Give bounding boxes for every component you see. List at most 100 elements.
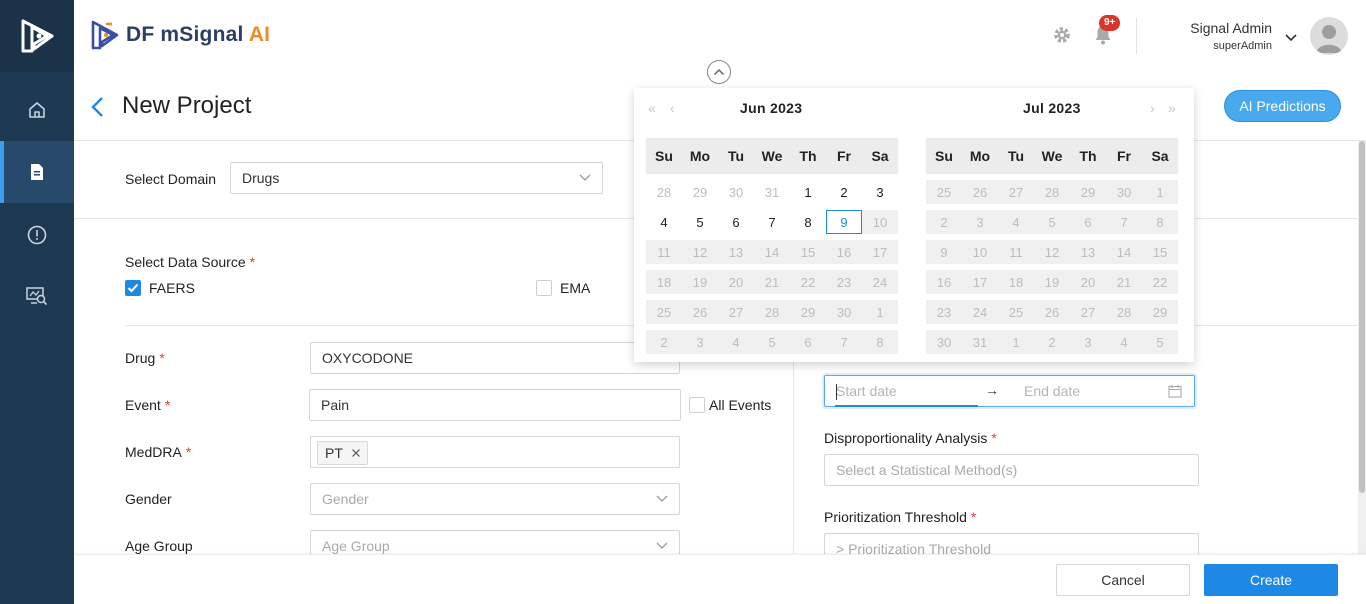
- event-input[interactable]: Pain: [309, 389, 681, 421]
- day-cell: 28: [754, 300, 790, 324]
- gear-icon[interactable]: [1052, 25, 1072, 48]
- drug-input[interactable]: OXYCODONE: [310, 342, 680, 374]
- user-name[interactable]: Signal Admin: [1190, 20, 1272, 36]
- weekday-label: Fr: [1117, 148, 1131, 164]
- meddra-select[interactable]: PT: [310, 436, 680, 468]
- drug-value: OXYCODONE: [322, 350, 414, 366]
- datasource-label: Select Data Source *: [125, 254, 256, 270]
- day-cell: 16: [826, 240, 862, 264]
- day-cell: 28: [1034, 180, 1070, 204]
- day-cell: 4: [718, 330, 754, 354]
- day-cell: 14: [754, 240, 790, 264]
- weekday-label: We: [761, 148, 783, 164]
- ai-predictions-button[interactable]: AI Predictions: [1224, 90, 1341, 122]
- collapse-up-icon[interactable]: [707, 60, 731, 84]
- day-cell: 7: [1106, 210, 1142, 234]
- threshold-input[interactable]: > Prioritization Threshold: [824, 533, 1199, 554]
- alert-circle-icon[interactable]: [0, 204, 74, 266]
- document-icon[interactable]: [0, 141, 74, 203]
- week-row: 16 17 18 19 20 21 22: [926, 270, 1178, 294]
- active-input-underline: [835, 405, 978, 407]
- day-cell[interactable]: 28: [646, 180, 682, 204]
- weekday-label: Tu: [1007, 148, 1025, 164]
- calendar-icon[interactable]: [1168, 384, 1182, 398]
- day-cell: 27: [1070, 300, 1106, 324]
- end-date-input[interactable]: End date: [1024, 383, 1080, 399]
- start-date-input[interactable]: Start date: [836, 383, 897, 399]
- prev-year-button[interactable]: «: [648, 100, 656, 116]
- dpa-select[interactable]: Select a Statistical Method(s): [824, 454, 1199, 486]
- day-cell: 30: [1106, 180, 1142, 204]
- weekday-label: Sa: [871, 148, 889, 164]
- event-label: Event *: [125, 397, 171, 413]
- ema-checkbox[interactable]: [536, 280, 552, 296]
- brand-mark-icon: [91, 20, 119, 50]
- next-month-button[interactable]: ›: [1150, 100, 1155, 116]
- day-cell[interactable]: 2: [826, 180, 862, 204]
- scrollbar-thumb[interactable]: [1359, 141, 1365, 493]
- day-cell: 29: [1070, 180, 1106, 204]
- day-cell: 23: [826, 270, 862, 294]
- right-month-title[interactable]: Jul 2023: [1023, 100, 1081, 116]
- prev-month-button[interactable]: ‹: [670, 100, 675, 116]
- page-title: New Project: [122, 92, 252, 119]
- day-cell: 5: [754, 330, 790, 354]
- day-cell: 1: [998, 330, 1034, 354]
- home-icon[interactable]: [0, 79, 74, 141]
- day-cell: 19: [682, 270, 718, 294]
- day-cell: 20: [1070, 270, 1106, 294]
- brand-logo[interactable]: DF mSignal AI: [90, 19, 270, 51]
- event-value: Pain: [321, 397, 350, 413]
- domain-select[interactable]: Drugs: [230, 162, 603, 194]
- back-arrow-icon[interactable]: [90, 96, 104, 121]
- day-cell[interactable]: 31: [754, 180, 790, 204]
- day-cell: 18: [998, 270, 1034, 294]
- weekday-label: Su: [655, 148, 673, 164]
- close-icon[interactable]: [351, 448, 361, 458]
- create-button[interactable]: Create: [1204, 564, 1338, 596]
- meddra-tag: PT: [317, 441, 368, 465]
- gender-label: Gender: [125, 491, 172, 507]
- day-cell[interactable]: 9: [826, 210, 862, 234]
- app-logo-icon[interactable]: [0, 0, 74, 72]
- day-cell: 25: [646, 300, 682, 324]
- faers-checkbox[interactable]: [125, 280, 141, 296]
- day-cell: 3: [1070, 330, 1106, 354]
- agegroup-label: Age Group: [125, 538, 193, 554]
- footer-actions: Cancel Create: [74, 554, 1366, 604]
- day-cell: 26: [962, 180, 998, 204]
- day-cell: 22: [790, 270, 826, 294]
- day-cell[interactable]: 1: [790, 180, 826, 204]
- all-events-checkbox[interactable]: [689, 397, 705, 413]
- date-range-picker[interactable]: Start date → End date: [824, 375, 1195, 407]
- next-year-button[interactable]: »: [1168, 100, 1176, 116]
- cancel-button[interactable]: Cancel: [1056, 564, 1190, 596]
- day-cell: 7: [826, 330, 862, 354]
- day-cell: 8: [1142, 210, 1178, 234]
- day-cell: 13: [1070, 240, 1106, 264]
- left-month-title[interactable]: Jun 2023: [740, 100, 802, 116]
- day-cell: 30: [926, 330, 962, 354]
- day-cell[interactable]: 30: [718, 180, 754, 204]
- day-cell[interactable]: 7: [754, 210, 790, 234]
- day-cell[interactable]: 6: [718, 210, 754, 234]
- day-cell: 21: [754, 270, 790, 294]
- gender-select[interactable]: Gender: [310, 483, 680, 515]
- day-cell: 24: [962, 300, 998, 324]
- day-cell[interactable]: 8: [790, 210, 826, 234]
- day-cell: 21: [1106, 270, 1142, 294]
- day-cell[interactable]: 4: [646, 210, 682, 234]
- domain-label: Select Domain: [125, 171, 217, 187]
- chevron-down-icon[interactable]: [1284, 30, 1298, 46]
- week-row: 9 10 11 12 13 14 15: [926, 240, 1178, 264]
- day-cell: 15: [790, 240, 826, 264]
- avatar-icon[interactable]: [1310, 17, 1348, 55]
- day-cell[interactable]: 5: [682, 210, 718, 234]
- day-cell: 23: [926, 300, 962, 324]
- agegroup-select[interactable]: Age Group: [310, 530, 680, 554]
- day-cell[interactable]: 29: [682, 180, 718, 204]
- date-picker-popup: « ‹ Jun 2023 Jul 2023 › » Su Mo Tu We Th Fr Sa…: [634, 88, 1194, 362]
- day-cell: 1: [862, 300, 898, 324]
- day-cell[interactable]: 3: [862, 180, 898, 204]
- monitor-search-icon[interactable]: [0, 265, 74, 327]
